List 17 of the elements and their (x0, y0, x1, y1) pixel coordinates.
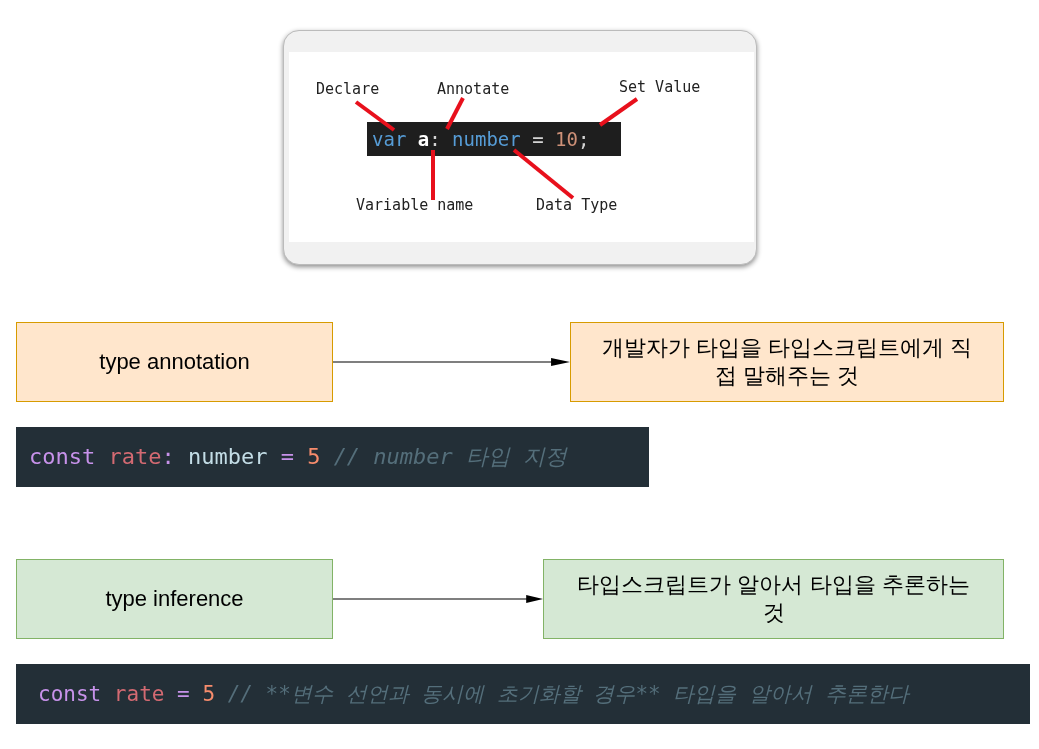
leader-line (445, 97, 465, 130)
leader-line (431, 150, 435, 200)
leader-line (512, 148, 575, 200)
figure-label: Annotate (437, 80, 510, 98)
code-snippet: var a: number = 10; (367, 122, 621, 156)
figure-label: Variable name (356, 196, 474, 214)
description-box: 타입스크립트가 알아서 타입을 추론하는 것 (543, 559, 1004, 639)
leader-line (598, 97, 639, 127)
figure-label: Declare (316, 80, 380, 98)
description-box: 개발자가 타입을 타입스크립트에게 직접 말해주는 것 (570, 322, 1004, 402)
term-box: type inference (16, 559, 333, 639)
code-snippet: const rate = 5 // **변수 선언과 동시에 초기화할 경우** 타입을 알아서 추론한다 (16, 664, 1030, 724)
figure-label: Data Type (536, 196, 618, 214)
code-snippet: const rate: number = 5 // number 타입 지정 (16, 427, 649, 487)
term-box: type annotation (16, 322, 333, 402)
figure-label: Set Value (619, 78, 701, 96)
leader-line (354, 100, 396, 132)
